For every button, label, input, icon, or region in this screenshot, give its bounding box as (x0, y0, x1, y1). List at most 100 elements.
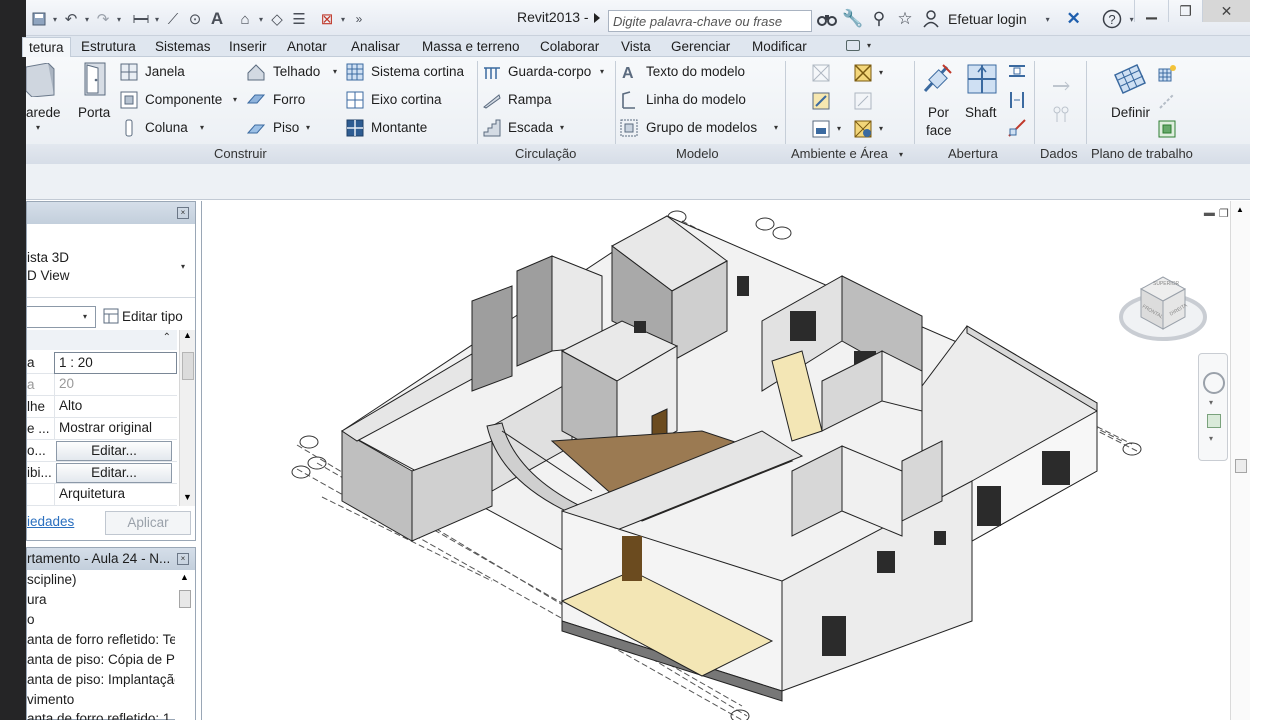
steering-wheel-icon[interactable] (1203, 372, 1225, 394)
instance-filter-dropdown[interactable]: ▾ (27, 306, 96, 328)
dormer-opening-icon[interactable] (1008, 119, 1026, 137)
text-icon[interactable]: A (206, 9, 228, 29)
help-icon[interactable]: ? (1101, 8, 1123, 30)
panel-label-construir[interactable]: Construir (214, 146, 267, 161)
scroll-thumb[interactable] (182, 352, 194, 380)
ramp-button[interactable]: Rampa (483, 91, 583, 111)
properties-scrollbar[interactable]: ▲ ▼ (179, 330, 195, 506)
edit-type-button[interactable]: Editar tipo (103, 306, 193, 328)
browser-item[interactable]: scipline) (27, 572, 77, 587)
window-tool-button[interactable]: Janela (120, 63, 230, 83)
model-group-button[interactable]: Grupo de modelos ▾ (620, 119, 790, 139)
scroll-down-icon[interactable]: ▼ (183, 492, 192, 502)
ribbon-minimize-dropdown-icon[interactable]: ▾ (867, 41, 871, 50)
shaft-button[interactable]: Shaft (962, 61, 1002, 121)
tab-massa-terreno[interactable]: Massa e terreno (422, 37, 520, 57)
color-scheme-dropdown-icon[interactable]: ▾ (879, 124, 883, 133)
view-scrollbar[interactable]: ▲ (1230, 201, 1250, 720)
undo-dropdown-icon[interactable]: ▾ (82, 15, 92, 24)
steering-wheel-dropdown-icon[interactable]: ▾ (1209, 398, 1213, 407)
login-button[interactable]: Efetuar login (948, 11, 1027, 27)
model-group-dropdown-icon[interactable]: ▾ (774, 123, 778, 132)
redo-icon[interactable]: ↷ (92, 9, 114, 29)
aligned-dimension-icon[interactable]: ⟋ (162, 9, 184, 29)
panel-label-abertura[interactable]: Abertura (948, 146, 998, 161)
binoculars-icon[interactable] (816, 8, 838, 30)
curtain-grid-button[interactable]: Eixo cortina (346, 91, 446, 111)
zoom-region-icon[interactable] (1207, 414, 1221, 428)
component-dropdown-icon[interactable]: ▾ (233, 95, 237, 104)
save-icon[interactable] (28, 9, 50, 29)
tab-vista[interactable]: Vista (621, 37, 651, 57)
search-expand-arrow-icon[interactable] (594, 13, 600, 23)
qa-customize-icon[interactable]: ▾ (338, 15, 348, 24)
browser-item[interactable]: ura (27, 592, 47, 607)
viewcube-face-top[interactable]: SUPERIOR (1153, 281, 1179, 287)
component-button[interactable]: Componente ▾ (120, 91, 245, 111)
type-selector[interactable]: ista 3D D View ▾ (27, 230, 195, 298)
communication-center-icon[interactable]: ⚲ (868, 8, 890, 30)
area-icon[interactable] (812, 92, 830, 110)
room-tag-dropdown-icon[interactable]: ▾ (879, 68, 883, 77)
subscription-key-icon[interactable]: 🔧 (842, 8, 864, 30)
tab-gerenciar[interactable]: Gerenciar (671, 37, 730, 57)
ambiente-area-expand-icon[interactable]: ▾ (899, 150, 903, 159)
model-text-button[interactable]: A Texto do modelo (620, 63, 770, 83)
ref-plane-icon[interactable] (1158, 92, 1176, 110)
measure-dropdown-icon[interactable]: ▾ (152, 15, 162, 24)
color-scheme-icon[interactable] (854, 120, 872, 138)
undo-icon[interactable]: ↶ (60, 9, 82, 29)
default-3d-view-icon[interactable]: ⌂ (234, 9, 256, 29)
panel-label-plano-trabalho[interactable]: Plano de trabalho (1091, 146, 1193, 161)
tab-modificar[interactable]: Modificar (752, 37, 807, 57)
workplane-viewer-icon[interactable] (1158, 120, 1176, 138)
level-icon[interactable] (1052, 77, 1070, 95)
edit-visibility-button[interactable]: Editar... (56, 441, 172, 461)
browser-scrollbar[interactable]: ▲ (175, 570, 195, 720)
panel-label-circulacao[interactable]: Circulação (515, 146, 576, 161)
stair-button[interactable]: Escada ▾ (483, 119, 583, 139)
close-hidden-windows-icon[interactable]: ⊠ (316, 9, 338, 29)
tag-area-dropdown-icon[interactable]: ▾ (837, 124, 841, 133)
tab-estrutura[interactable]: Estrutura (81, 37, 136, 57)
view-scroll-up-icon[interactable]: ▲ (1236, 205, 1244, 214)
restore-icon[interactable]: ❐ (1168, 0, 1202, 22)
favorites-star-icon[interactable]: ☆ (894, 8, 916, 30)
column-dropdown-icon[interactable]: ▾ (200, 123, 204, 132)
tab-arquitetura[interactable]: tetura (22, 37, 71, 57)
discipline-field[interactable]: Arquitetura (54, 484, 177, 506)
view-scale-input[interactable]: 1 : 20 (54, 352, 177, 374)
browser-item[interactable]: vimento (27, 692, 74, 707)
railing-button[interactable]: Guarda-corpo ▾ (483, 63, 613, 83)
ribbon-minimize-icon[interactable] (846, 40, 860, 51)
redo-dropdown-icon[interactable]: ▾ (114, 15, 124, 24)
roof-button[interactable]: Telhado ▾ (247, 63, 347, 83)
room-separator-icon[interactable] (854, 64, 872, 82)
grid-icon[interactable] (1052, 105, 1070, 123)
opening-by-face-button[interactable]: Por face (921, 61, 955, 138)
tag-area-icon[interactable] (812, 120, 830, 138)
door-button[interactable]: Porta (76, 59, 116, 135)
collapse-group-icon[interactable]: ⌃ (163, 332, 171, 343)
minimize-icon[interactable]: ▁ (1134, 0, 1168, 22)
browser-item[interactable]: o (27, 612, 35, 627)
login-dropdown-icon[interactable]: ▾ (1043, 15, 1053, 24)
floor-button[interactable]: Piso ▾ (247, 119, 347, 139)
column-button[interactable]: Coluna ▾ (120, 119, 210, 139)
edit-graphic-display-button[interactable]: Editar... (56, 463, 172, 483)
browser-scroll-thumb[interactable] (179, 590, 191, 608)
panel-label-modelo[interactable]: Modelo (676, 146, 719, 161)
properties-help-link[interactable]: iedades (27, 514, 74, 529)
zoom-dropdown-icon[interactable]: ▾ (1209, 434, 1213, 443)
room-icon[interactable] (812, 64, 830, 82)
tab-inserir[interactable]: Inserir (229, 37, 267, 57)
save-dropdown-icon[interactable]: ▾ (50, 15, 60, 24)
tab-analisar[interactable]: Analisar (351, 37, 400, 57)
mullion-button[interactable]: Montante (346, 119, 446, 139)
instance-filter-dropdown-icon[interactable]: ▾ (83, 312, 87, 321)
show-workplane-icon[interactable] (1158, 64, 1176, 82)
tab-colaborar[interactable]: Colaborar (540, 37, 599, 57)
wall-dropdown-icon[interactable]: ▾ (36, 123, 40, 132)
browser-item[interactable]: anta de piso: Cópia de Pl (27, 652, 178, 667)
ceiling-button[interactable]: Forro (247, 91, 337, 111)
